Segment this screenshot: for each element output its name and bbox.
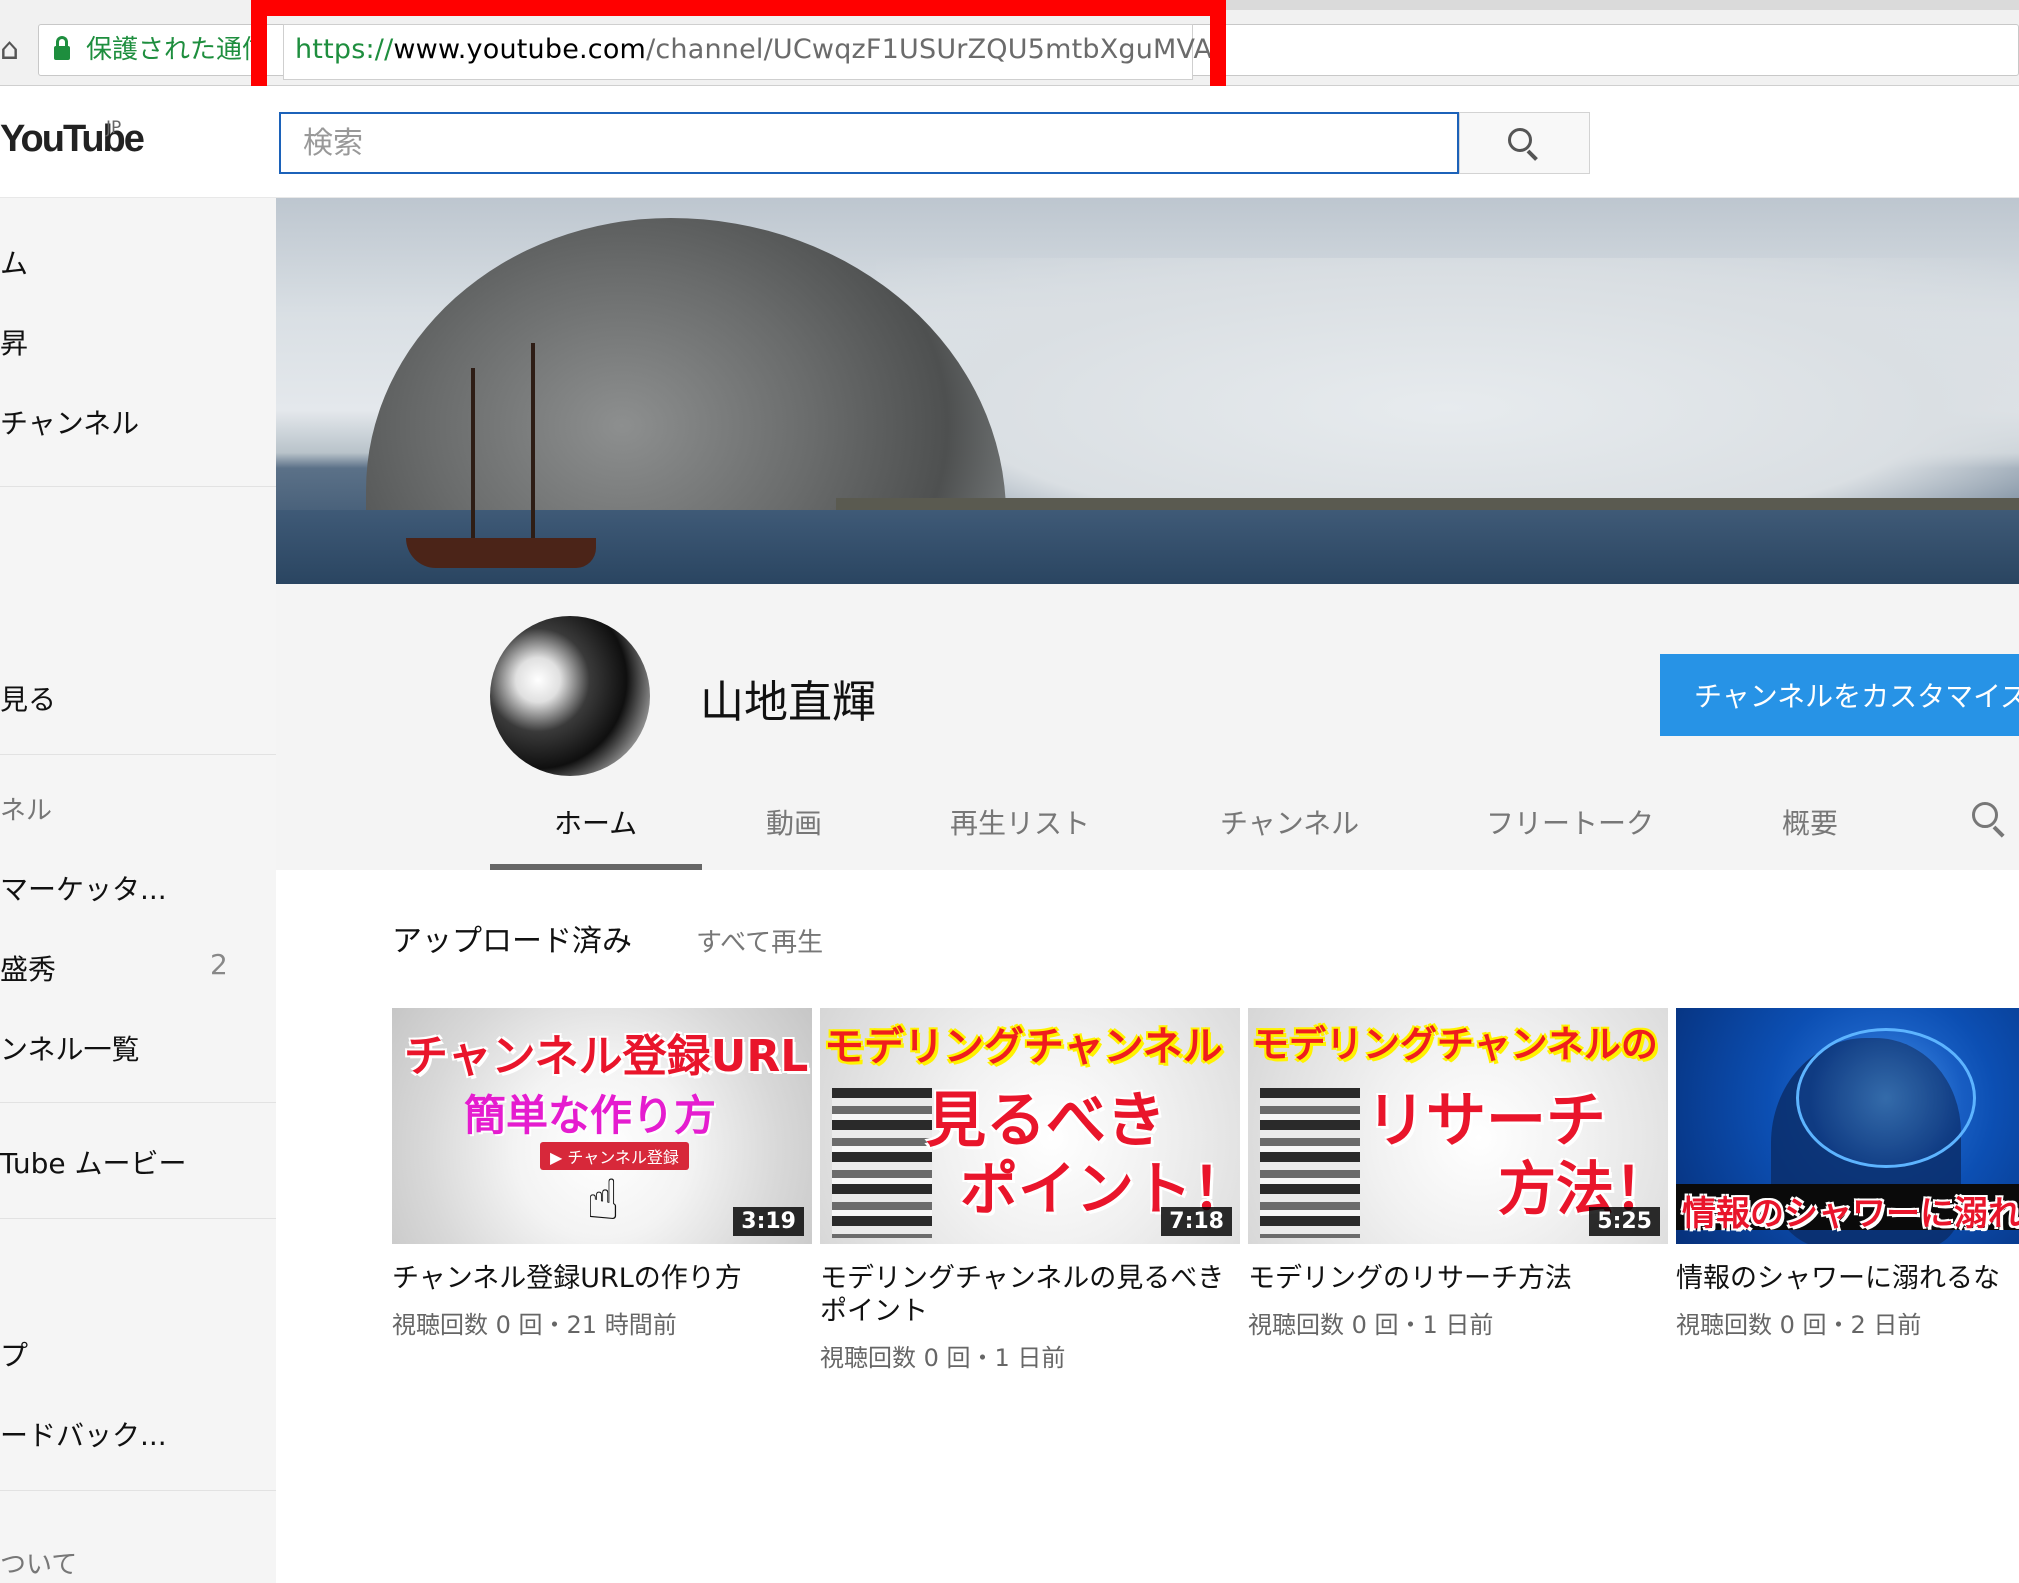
youtube-logo[interactable]: YouTube <box>0 118 145 161</box>
thumbnail-text: チャンネル登録URL <box>404 1031 809 1082</box>
video-title[interactable]: チャンネル登録URLの作り方 <box>392 1262 802 1295</box>
video-meta: 視聴回数 0 回・1 日前 <box>1248 1311 1494 1339</box>
thumbnail-text: モデリングチャンネル <box>824 1024 1223 1070</box>
sidebar-item-trending[interactable]: 昇 <box>0 322 28 362</box>
subscribe-badge-image: ▶ チャンネル登録 <box>540 1142 689 1170</box>
sidebar-divider <box>0 754 276 755</box>
video-duration: 7:18 <box>1161 1207 1232 1236</box>
secure-connection-label[interactable]: 保護された通信 <box>86 30 256 70</box>
sidebar-item-feedback[interactable]: ードバック... <box>0 1414 167 1454</box>
search-input[interactable] <box>279 112 1459 174</box>
video-title[interactable]: モデリングチャンネルの見るべきポイント <box>820 1262 1230 1328</box>
channel-banner <box>276 198 2019 584</box>
video-meta: 視聴回数 0 回・1 日前 <box>820 1344 1066 1372</box>
banner-mast <box>531 343 535 543</box>
video-title[interactable]: 情報のシャワーに溺れるな <box>1676 1262 2019 1295</box>
video-thumbnail[interactable]: チャンネル登録URL 簡単な作り方 ▶ チャンネル登録 ☝ 3:19 <box>392 1008 812 1244</box>
video-card[interactable]: 情報のシャワーに溺れ 情報のシャワーに溺れるな 視聴回数 0 回・2 日前 <box>1676 1008 2019 1340</box>
uploads-section-title[interactable]: アップロード済み <box>392 916 632 960</box>
region-label: JP <box>106 118 122 138</box>
tab-strip <box>1200 0 2019 10</box>
play-all-link[interactable]: すべて再生 <box>696 922 823 959</box>
sidebar-item-subscriptions[interactable]: チャンネル <box>0 402 139 442</box>
lock-icon[interactable] <box>54 36 70 62</box>
video-meta: 視聴回数 0 回・21 時間前 <box>392 1311 677 1339</box>
sidebar-section-channels: ネル <box>0 796 53 826</box>
sidebar-divider <box>0 486 276 487</box>
tab-home[interactable]: ホーム <box>554 802 637 842</box>
brain-network-image <box>1796 1028 1976 1168</box>
sidebar-item-home[interactable]: ム <box>0 242 28 282</box>
sidebar-item-help[interactable]: プ <box>0 1334 28 1374</box>
video-card[interactable]: モデリングチャンネルの リサーチ 方法！ 5:25 モデリングのリサーチ方法 視… <box>1248 1008 1668 1340</box>
video-thumbnail[interactable]: モデリングチャンネルの リサーチ 方法！ 5:25 <box>1248 1008 1668 1244</box>
video-thumbnail[interactable]: 情報のシャワーに溺れ <box>1676 1008 2019 1244</box>
channel-tabs: ホーム 動画 再生リスト チャンネル フリートーク 概要 <box>276 780 2019 870</box>
tab-videos[interactable]: 動画 <box>766 802 822 842</box>
tab-channels[interactable]: チャンネル <box>1220 802 1359 842</box>
search-icon <box>1508 128 1540 161</box>
search-icon[interactable] <box>1972 802 2006 838</box>
video-title[interactable]: モデリングのリサーチ方法 <box>1248 1262 1658 1295</box>
video-card[interactable]: モデリングチャンネル 見るべき ポイント！ 7:18 モデリングチャンネルの見る… <box>820 1008 1240 1373</box>
thumbnail-text: 情報のシャワーに溺れ <box>1682 1194 2019 1234</box>
sidebar: ム 昇 チャンネル 見る ネル マーケッタ... 盛秀 2 ンネル一覧 Tube… <box>0 198 276 1583</box>
customize-channel-button[interactable]: チャンネルをカスタマイズ <box>1660 654 2019 736</box>
banner-fog <box>876 258 2019 508</box>
pointer-hand-icon: ☝ <box>586 1168 621 1233</box>
sidebar-item-watch-later[interactable]: 見る <box>0 678 56 718</box>
sidebar-divider <box>0 1218 276 1219</box>
sidebar-item-badge: 2 <box>210 948 228 981</box>
video-thumbnail[interactable]: モデリングチャンネル 見るべき ポイント！ 7:18 <box>820 1008 1240 1244</box>
sidebar-item-channel-marketer[interactable]: マーケッタ... <box>0 868 167 908</box>
banner-shore <box>836 498 2019 510</box>
tab-about[interactable]: 概要 <box>1782 802 1838 842</box>
banner-mast <box>471 368 475 543</box>
thumbnail-text: モデリングチャンネルの <box>1252 1023 1658 1066</box>
thumbnail-text: 簡単な作り方 <box>464 1091 717 1140</box>
banner-boat <box>406 538 596 568</box>
video-duration: 3:19 <box>733 1207 804 1236</box>
sidebar-item-youtube-movies[interactable]: Tube ムービー <box>0 1142 187 1182</box>
video-meta: 視聴回数 0 回・2 日前 <box>1676 1311 1922 1339</box>
books-image <box>832 1088 932 1238</box>
sidebar-section-about[interactable]: ついて <box>0 1544 77 1581</box>
search-button[interactable] <box>1459 112 1590 174</box>
channel-avatar[interactable] <box>490 616 650 776</box>
video-duration: 5:25 <box>1589 1207 1660 1236</box>
sidebar-item-channel-list[interactable]: ンネル一覧 <box>0 1028 139 1068</box>
sidebar-item-channel-morihide[interactable]: 盛秀 <box>0 948 56 988</box>
tab-discussion[interactable]: フリートーク <box>1486 802 1654 842</box>
channel-name: 山地直輝 <box>700 677 876 728</box>
tab-playlists[interactable]: 再生リスト <box>950 802 1090 842</box>
sidebar-divider <box>0 1490 276 1491</box>
sidebar-divider <box>0 1102 276 1103</box>
home-icon[interactable]: ⌂ <box>0 30 19 70</box>
books-image <box>1260 1088 1360 1238</box>
video-card[interactable]: チャンネル登録URL 簡単な作り方 ▶ チャンネル登録 ☝ 3:19 チャンネル… <box>392 1008 812 1340</box>
